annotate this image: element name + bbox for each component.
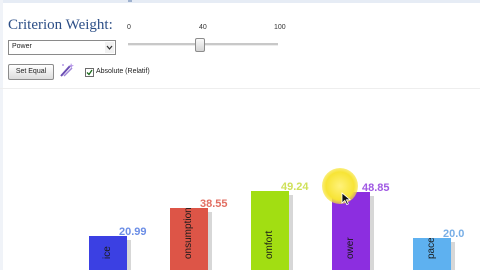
bar-category-label: onsumption (183, 208, 194, 259)
criterion-select-value: Power (12, 43, 32, 50)
cursor-highlight (322, 168, 358, 204)
bar-value-label: 49.24 (281, 181, 309, 193)
window-top-marker (128, 0, 132, 2)
weight-slider-thumb[interactable] (195, 38, 205, 52)
bar-category-label: ice (102, 246, 113, 259)
slider-tick-min: 0 (127, 24, 131, 31)
absolute-checkbox[interactable] (85, 68, 94, 77)
bar-5[interactable]: pace (413, 238, 451, 270)
bar-2[interactable]: onsumption (170, 208, 208, 270)
window-top-strip (0, 0, 480, 3)
bar-category-label: pace (426, 238, 437, 259)
bar-value-label: 20.0 (443, 228, 465, 240)
slider-tick-max: 100 (274, 24, 286, 31)
checkmark-icon (86, 69, 93, 76)
bar-value-label: 48.85 (362, 182, 390, 194)
criterion-weight-title: Criterion Weight: (8, 17, 113, 33)
window-left-edge (0, 0, 3, 270)
panel-divider (0, 88, 480, 89)
bar-category-label: ower (345, 237, 356, 259)
magic-wand-icon[interactable] (58, 62, 76, 78)
set-equal-button[interactable]: Set Equal (8, 64, 54, 80)
chevron-down-icon[interactable] (105, 42, 114, 53)
bar-value-label: 20.99 (119, 226, 147, 238)
bar-value-label: 38.55 (200, 198, 228, 210)
absolute-checkbox-label: Absolute (Relatif) (96, 68, 150, 75)
slider-tick-mid: 40 (199, 24, 207, 31)
bar-3[interactable]: omfort (251, 191, 289, 270)
criterion-select[interactable]: Power (8, 40, 116, 55)
mouse-pointer-icon (341, 192, 352, 206)
bar-category-label: omfort (264, 230, 275, 259)
bar-1[interactable]: ice (89, 236, 127, 270)
